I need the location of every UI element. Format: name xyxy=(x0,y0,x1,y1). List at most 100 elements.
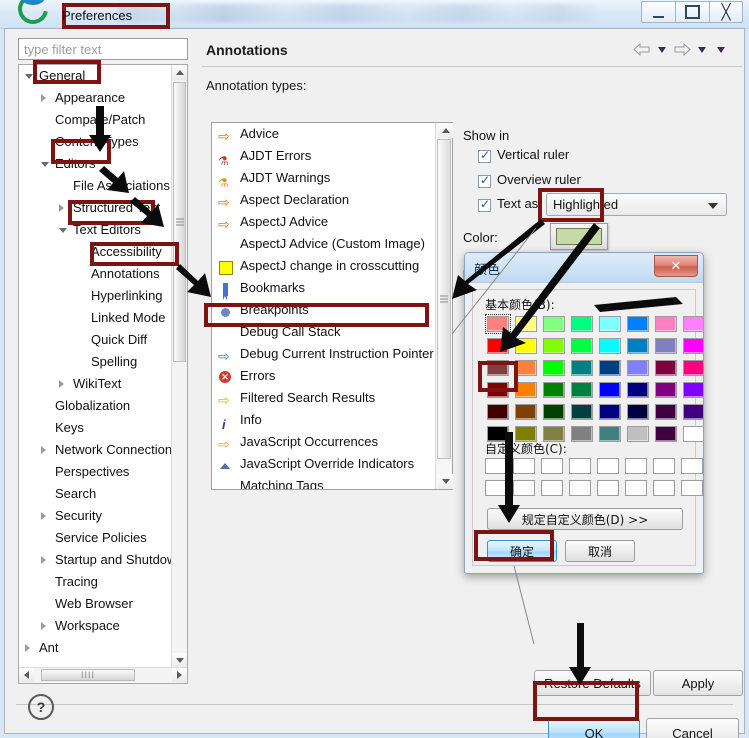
basic-color-cell[interactable] xyxy=(569,380,595,400)
chevron-right-icon[interactable] xyxy=(41,446,46,454)
custom-color-cell[interactable] xyxy=(653,458,675,474)
color-swatch[interactable] xyxy=(655,338,677,354)
basic-color-cell[interactable] xyxy=(653,314,679,334)
sidebar-item-globalization[interactable]: Globalization xyxy=(19,395,174,417)
basic-color-cell[interactable] xyxy=(681,358,703,378)
custom-color-cell[interactable] xyxy=(681,458,703,474)
text-as-checkbox[interactable] xyxy=(478,197,491,212)
basic-color-cell[interactable] xyxy=(653,336,679,356)
color-dialog-ok-button[interactable]: 确定 xyxy=(487,540,557,562)
color-swatch[interactable] xyxy=(655,382,677,398)
color-swatch[interactable] xyxy=(515,360,537,376)
forward-arrow-icon[interactable] xyxy=(673,42,691,57)
color-swatch[interactable] xyxy=(683,404,703,420)
basic-color-cell[interactable] xyxy=(625,336,651,356)
custom-color-cell[interactable] xyxy=(485,480,507,496)
annotation-list-item[interactable]: Debug Call Stack xyxy=(212,321,438,343)
color-swatch[interactable] xyxy=(515,404,537,420)
cancel-button[interactable]: Cancel xyxy=(646,718,739,738)
sidebar-item-keys[interactable]: Keys xyxy=(19,417,174,439)
annotation-list-item[interactable]: ⇨ Filtered Search Results xyxy=(212,387,438,409)
color-swatch[interactable] xyxy=(599,360,621,376)
basic-color-cell[interactable] xyxy=(513,380,539,400)
sidebar-item-editors[interactable]: Editors xyxy=(19,153,174,175)
help-button[interactable]: ? xyxy=(28,694,54,720)
basic-color-cell[interactable] xyxy=(681,402,703,422)
annotation-scroll-up-button[interactable] xyxy=(438,123,453,138)
color-swatch[interactable] xyxy=(627,404,649,420)
view-menu-dropdown-icon[interactable] xyxy=(717,46,725,53)
annotation-list-item[interactable]: < > Matching Tags xyxy=(212,475,438,489)
color-picker-button[interactable] xyxy=(550,223,608,250)
overview-ruler-checkbox[interactable] xyxy=(478,173,491,188)
custom-color-cell[interactable] xyxy=(653,480,675,496)
basic-color-cell[interactable] xyxy=(513,402,539,422)
custom-color-cell[interactable] xyxy=(485,458,507,474)
chevron-right-icon[interactable] xyxy=(59,204,64,212)
annotation-list-item[interactable]: JavaScript Override Indicators xyxy=(212,453,438,475)
annotation-types-list[interactable]: ⇨ Advice ⚗ AJDT Errors ⚗ AJDT Warnings ⇨ Aspect… xyxy=(211,122,453,490)
basic-color-cell[interactable] xyxy=(653,380,679,400)
basic-color-cell[interactable] xyxy=(597,402,623,422)
sidebar-item-service-policies[interactable]: Service Policies xyxy=(19,527,174,549)
color-swatch[interactable] xyxy=(683,338,703,354)
color-swatch[interactable] xyxy=(515,338,537,354)
basic-color-cell[interactable] xyxy=(597,314,623,334)
color-swatch[interactable] xyxy=(627,338,649,354)
color-swatch[interactable] xyxy=(487,382,509,398)
define-custom-colors-button[interactable]: 规定自定义颜色(D) >> xyxy=(487,508,683,530)
color-swatch[interactable] xyxy=(571,360,593,376)
sidebar-item-general[interactable]: General xyxy=(19,65,174,87)
color-swatch[interactable] xyxy=(487,338,509,354)
custom-color-cell[interactable] xyxy=(513,458,535,474)
sidebar-item-hyperlinking[interactable]: Hyperlinking xyxy=(19,285,174,307)
chevron-down-icon[interactable] xyxy=(59,228,67,233)
basic-color-cell[interactable] xyxy=(569,336,595,356)
color-swatch[interactable] xyxy=(599,316,621,332)
tree-horizontal-scrollbar[interactable]: IIII xyxy=(19,667,187,683)
sidebar-item-network-connections[interactable]: Network Connections xyxy=(19,439,174,461)
basic-color-cell[interactable] xyxy=(541,358,567,378)
basic-color-cell[interactable] xyxy=(513,358,539,378)
basic-color-cell[interactable] xyxy=(541,314,567,334)
basic-color-cell[interactable] xyxy=(485,314,511,334)
basic-color-cell[interactable] xyxy=(513,336,539,356)
basic-color-cell[interactable] xyxy=(569,358,595,378)
minimize-button[interactable] xyxy=(641,1,675,23)
color-swatch[interactable] xyxy=(571,426,593,442)
color-swatch[interactable] xyxy=(655,360,677,376)
custom-color-cell[interactable] xyxy=(569,480,591,496)
color-swatch[interactable] xyxy=(571,316,593,332)
basic-color-cell[interactable] xyxy=(597,380,623,400)
basic-color-cell[interactable] xyxy=(485,336,511,356)
basic-color-cell[interactable] xyxy=(625,380,651,400)
sidebar-item-tracing[interactable]: Tracing xyxy=(19,571,174,593)
basic-color-cell[interactable] xyxy=(625,358,651,378)
close-button[interactable]: ╳ xyxy=(709,1,743,23)
color-swatch[interactable] xyxy=(655,404,677,420)
color-swatch[interactable] xyxy=(683,360,703,376)
ok-button[interactable]: OK xyxy=(548,718,640,738)
custom-color-cell[interactable] xyxy=(569,458,591,474)
forward-dropdown-icon[interactable] xyxy=(698,46,706,53)
custom-color-cell[interactable] xyxy=(597,458,619,474)
sidebar-item-search[interactable]: Search xyxy=(19,483,174,505)
color-swatch[interactable] xyxy=(515,382,537,398)
annotation-list-scroll-thumb[interactable] xyxy=(437,139,451,459)
custom-color-cell[interactable] xyxy=(625,480,647,496)
custom-color-cell[interactable] xyxy=(513,480,535,496)
color-swatch[interactable] xyxy=(599,338,621,354)
color-swatch[interactable] xyxy=(627,382,649,398)
color-swatch[interactable] xyxy=(627,426,649,442)
color-swatch[interactable] xyxy=(627,360,649,376)
color-swatch[interactable] xyxy=(543,404,565,420)
chevron-right-icon[interactable] xyxy=(41,512,46,520)
basic-color-cell[interactable] xyxy=(513,314,539,334)
sidebar-item-ant[interactable]: Ant xyxy=(19,637,174,659)
annotation-list-item[interactable]: ⚗ AJDT Warnings xyxy=(212,167,438,190)
sidebar-item-accessibility[interactable]: Accessibility xyxy=(19,241,174,263)
annotation-list-item[interactable]: ⇨ JavaScript Occurrences xyxy=(212,431,438,453)
basic-color-cell[interactable] xyxy=(597,336,623,356)
annotation-list-item[interactable]: ✕ Errors xyxy=(212,365,438,387)
annotation-list-item[interactable]: ⇨ AspectJ Advice xyxy=(212,211,438,233)
